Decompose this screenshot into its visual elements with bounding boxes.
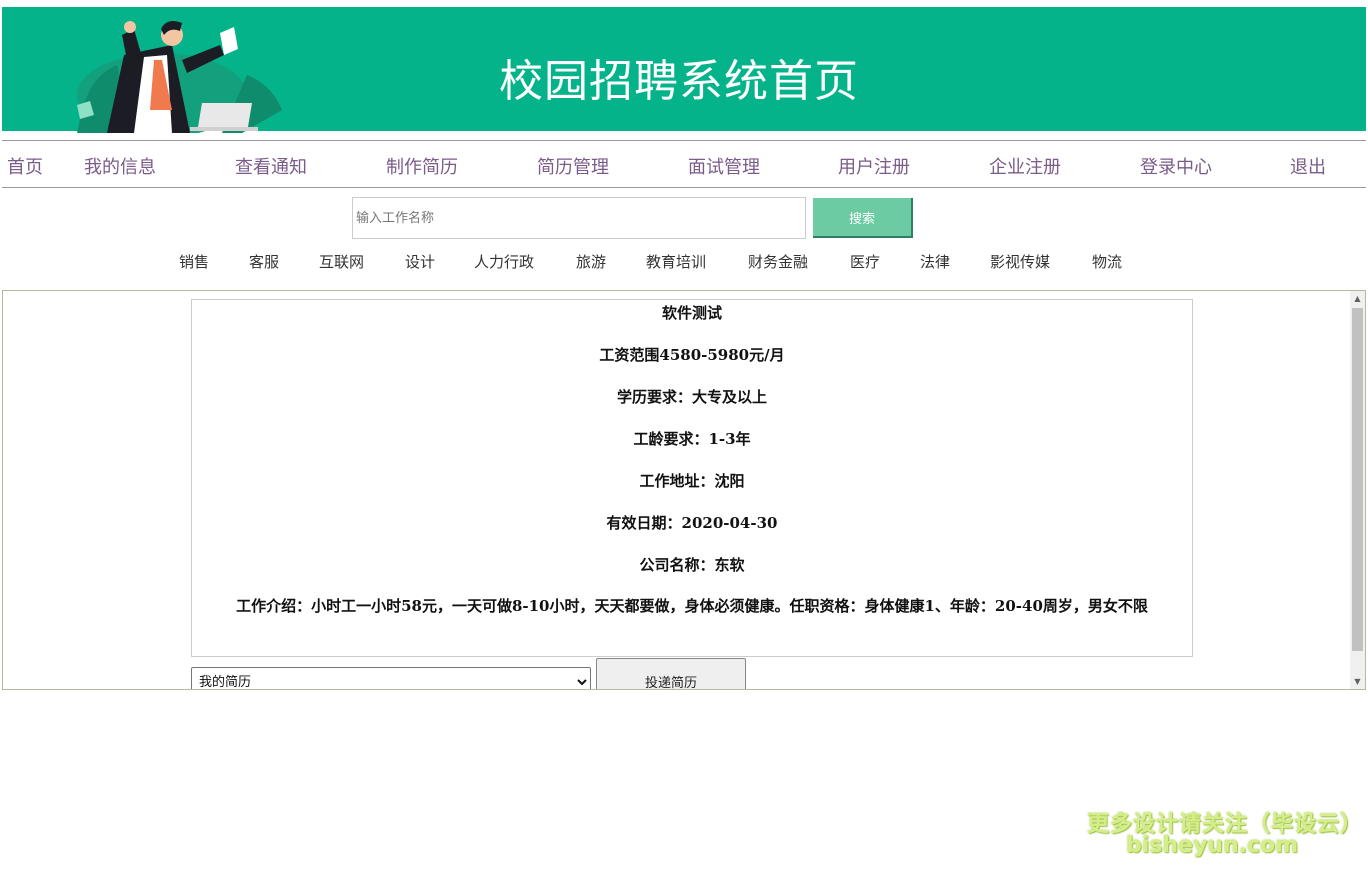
watermark-url: bisheyun.com bbox=[1126, 833, 1299, 858]
resume-select[interactable]: 我的简历 bbox=[191, 667, 591, 689]
job-experience: 工龄要求：1-3年 bbox=[633, 430, 751, 448]
nav-item-logout[interactable]: 退出 bbox=[1290, 153, 1326, 179]
category-hr-admin[interactable]: 人力行政 bbox=[474, 251, 534, 272]
businessman-illustration bbox=[77, 21, 282, 133]
scroll-thumb[interactable] bbox=[1352, 308, 1363, 651]
page-title: 校园招聘系统首页 bbox=[499, 56, 859, 107]
submit-resume-button[interactable]: 投递简历 bbox=[596, 658, 746, 689]
nav-item-interview-management[interactable]: 面试管理 bbox=[688, 153, 760, 179]
category-logistics[interactable]: 物流 bbox=[1092, 251, 1122, 272]
job-salary: 工资范围4580-5980元/月 bbox=[599, 346, 785, 364]
nav-item-notifications[interactable]: 查看通知 bbox=[235, 153, 307, 179]
category-customer-service[interactable]: 客服 bbox=[249, 251, 279, 272]
category-medical[interactable]: 医疗 bbox=[850, 251, 880, 272]
nav-item-user-register[interactable]: 用户注册 bbox=[838, 153, 910, 179]
page-header: 校园招聘系统首页 bbox=[2, 7, 1366, 133]
category-media[interactable]: 影视传媒 bbox=[990, 251, 1050, 272]
nav-item-company-register[interactable]: 企业注册 bbox=[989, 153, 1061, 179]
job-detail-frame: 软件测试 工资范围4580-5980元/月 学历要求：大专及以上 工龄要求：1-… bbox=[2, 290, 1366, 690]
category-finance[interactable]: 财务金融 bbox=[748, 251, 808, 272]
job-card: 软件测试 工资范围4580-5980元/月 学历要求：大专及以上 工龄要求：1-… bbox=[191, 299, 1193, 657]
nav-item-resume-management[interactable]: 简历管理 bbox=[537, 153, 609, 179]
scroll-up-arrow-icon[interactable]: ▲ bbox=[1350, 291, 1365, 306]
category-sales[interactable]: 销售 bbox=[179, 251, 209, 272]
job-valid-date: 有效日期：2020-04-30 bbox=[606, 514, 778, 532]
category-design[interactable]: 设计 bbox=[405, 251, 435, 272]
category-law[interactable]: 法律 bbox=[920, 251, 950, 272]
nav-item-home[interactable]: 首页 bbox=[7, 153, 43, 179]
frame-scrollbar[interactable]: ▲ ▼ bbox=[1350, 291, 1365, 689]
search-button[interactable]: 搜索 bbox=[813, 198, 913, 238]
nav-item-create-resume[interactable]: 制作简历 bbox=[386, 153, 458, 179]
job-intro: 工作介绍：小时工一小时58元，一天可做8-10小时，天天都要做，身体必须健康。任… bbox=[236, 597, 1148, 615]
job-education: 学历要求：大专及以上 bbox=[616, 388, 767, 406]
category-internet[interactable]: 互联网 bbox=[319, 251, 364, 272]
category-education[interactable]: 教育培训 bbox=[646, 251, 706, 272]
main-nav: 首页 我的信息 查看通知 制作简历 简历管理 面试管理 用户注册 企业注册 登录… bbox=[2, 140, 1366, 188]
job-location: 工作地址：沈阳 bbox=[639, 472, 745, 490]
search-input[interactable] bbox=[352, 197, 806, 239]
category-travel[interactable]: 旅游 bbox=[576, 251, 606, 272]
job-title: 软件测试 bbox=[661, 304, 722, 322]
nav-item-login-center[interactable]: 登录中心 bbox=[1140, 153, 1212, 179]
nav-item-my-info[interactable]: 我的信息 bbox=[84, 153, 156, 179]
scroll-down-arrow-icon[interactable]: ▼ bbox=[1350, 674, 1365, 689]
job-company: 公司名称：东软 bbox=[639, 556, 745, 574]
